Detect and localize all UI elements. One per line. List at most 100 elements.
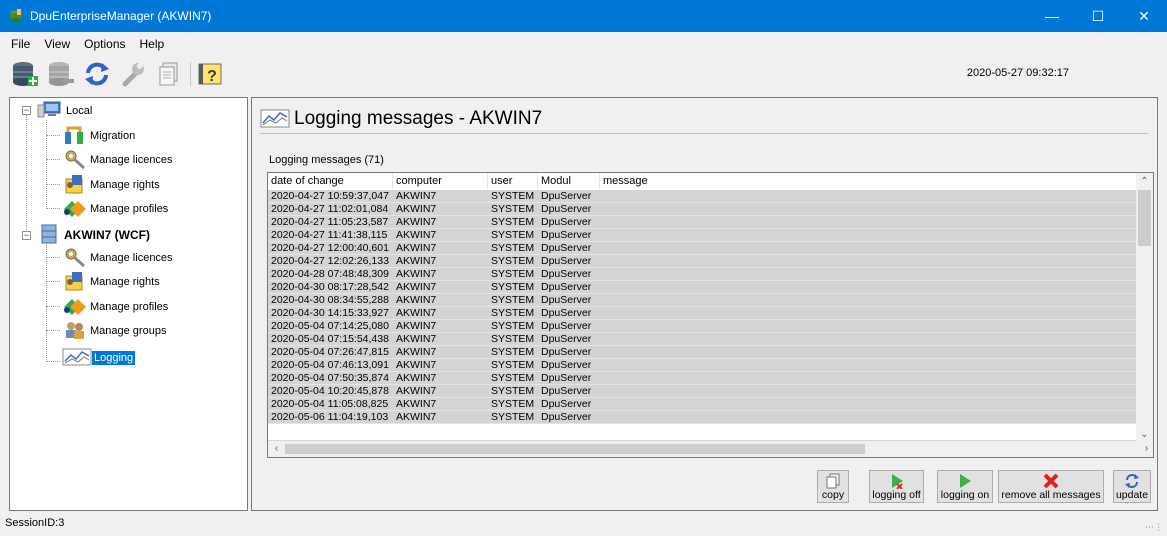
column-header-date[interactable]: date of change bbox=[268, 173, 393, 189]
cell-user: SYSTEM bbox=[491, 385, 535, 397]
table-row[interactable]: 2020-04-27 12:00:40,601 AKWIN7 SYSTEM DpuSe… bbox=[268, 242, 1138, 255]
tree-connector bbox=[46, 242, 47, 362]
cell-date: 2020-04-27 10:59:37,047 bbox=[271, 190, 389, 202]
tree-item-manage-profiles[interactable]: Manage profiles bbox=[62, 199, 170, 219]
scroll-right-icon[interactable]: › bbox=[1138, 441, 1153, 457]
collapse-icon[interactable]: − bbox=[22, 231, 31, 240]
table-row[interactable]: 2020-05-04 07:14:25,080 AKWIN7 SYSTEM DpuSe… bbox=[268, 320, 1138, 333]
scroll-up-icon[interactable]: ⌃ bbox=[1136, 173, 1153, 190]
logging-off-label: logging off bbox=[872, 489, 921, 501]
divider bbox=[260, 133, 1148, 134]
minimize-icon[interactable]: — bbox=[1029, 0, 1075, 32]
cell-date: 2020-05-04 11:05:08,825 bbox=[271, 398, 389, 410]
cell-message bbox=[600, 372, 1138, 384]
tree-label: Manage rights bbox=[90, 276, 160, 288]
navigation-tree[interactable]: − Local Migration Manage licences Manage… bbox=[9, 97, 248, 511]
cell-computer: AKWIN7 bbox=[396, 255, 437, 267]
cell-modul: DpuServer bbox=[541, 190, 592, 202]
table-row[interactable]: 2020-05-04 07:46:13,091 AKWIN7 SYSTEM DpuSe… bbox=[268, 359, 1138, 372]
server-icon bbox=[36, 224, 62, 247]
cell-user: SYSTEM bbox=[491, 294, 535, 306]
cell-date: 2020-04-30 08:34:55,288 bbox=[271, 294, 389, 306]
table-row[interactable]: 2020-04-27 11:02:01,084 AKWIN7 SYSTEM DpuSe… bbox=[268, 203, 1138, 216]
column-header-computer[interactable]: computer bbox=[393, 173, 488, 189]
table-row[interactable]: 2020-04-27 11:41:38,115 AKWIN7 SYSTEM DpuSe… bbox=[268, 229, 1138, 242]
horizontal-scrollbar[interactable]: ‹ › bbox=[268, 441, 1153, 457]
cell-modul: DpuServer bbox=[541, 320, 592, 332]
menu-view[interactable]: View bbox=[37, 34, 77, 54]
tree-item-manage-licences[interactable]: Manage licences bbox=[62, 150, 175, 170]
tree-item-logging[interactable]: Logging bbox=[62, 348, 136, 368]
tree-item-manage-licences[interactable]: Manage licences bbox=[62, 248, 175, 268]
database-gray-icon[interactable] bbox=[46, 59, 76, 89]
tree-item-manage-profiles[interactable]: Manage profiles bbox=[62, 297, 170, 317]
remove-all-messages-button[interactable]: remove all messages bbox=[998, 470, 1104, 503]
tree-item-manage-rights[interactable]: Manage rights bbox=[62, 174, 162, 195]
refresh-icon[interactable] bbox=[82, 59, 112, 89]
cell-computer: AKWIN7 bbox=[396, 385, 437, 397]
close-icon[interactable]: ✕ bbox=[1121, 0, 1167, 32]
tree-label: Manage profiles bbox=[90, 301, 169, 313]
wrench-icon[interactable] bbox=[118, 59, 148, 89]
table-row[interactable]: 2020-04-27 11:05:23,587 AKWIN7 SYSTEM DpuSe… bbox=[268, 216, 1138, 229]
logging-off-button[interactable]: logging off bbox=[869, 470, 924, 503]
maximize-icon[interactable]: ☐ bbox=[1075, 0, 1121, 32]
cell-user: SYSTEM bbox=[491, 216, 535, 228]
cell-computer: AKWIN7 bbox=[396, 294, 437, 306]
document-icon[interactable] bbox=[154, 59, 184, 89]
logging-on-button[interactable]: logging on bbox=[937, 470, 993, 503]
copy-button[interactable]: copy bbox=[817, 470, 849, 503]
resize-grip-icon[interactable]: ⋯⋮ bbox=[1145, 518, 1163, 536]
table-row[interactable]: 2020-05-04 07:26:47,815 AKWIN7 SYSTEM DpuSe… bbox=[268, 346, 1138, 359]
column-header-user[interactable]: user bbox=[488, 173, 538, 189]
cell-message bbox=[600, 242, 1138, 254]
cell-message bbox=[600, 229, 1138, 241]
cell-message bbox=[600, 294, 1138, 306]
toolbar-separator bbox=[190, 62, 191, 86]
table-row[interactable]: 2020-05-04 07:50:35,874 AKWIN7 SYSTEM DpuSe… bbox=[268, 372, 1138, 385]
scroll-thumb[interactable] bbox=[285, 444, 865, 454]
vertical-scrollbar[interactable]: ⌃ ⌄ bbox=[1136, 173, 1153, 443]
collapse-icon[interactable]: − bbox=[22, 106, 31, 115]
table-row[interactable]: 2020-05-04 10:20:45,878 AKWIN7 SYSTEM DpuSe… bbox=[268, 385, 1138, 398]
scroll-thumb[interactable] bbox=[1138, 190, 1151, 246]
panel-header: Logging messages - AKWIN7 bbox=[260, 104, 542, 134]
tree-node-server[interactable]: AKWIN7 (WCF) bbox=[36, 224, 152, 247]
tree-item-manage-rights[interactable]: Manage rights bbox=[62, 271, 162, 292]
column-header-message[interactable]: message bbox=[600, 173, 1138, 189]
column-header-modul[interactable]: Modul bbox=[538, 173, 600, 189]
table-row[interactable]: 2020-04-28 07:48:48,309 AKWIN7 SYSTEM DpuSe… bbox=[268, 268, 1138, 281]
log-table[interactable]: date of change computer user Modul messa… bbox=[267, 172, 1154, 458]
cell-computer: AKWIN7 bbox=[396, 268, 437, 280]
table-row[interactable]: 2020-05-04 11:05:08,825 AKWIN7 SYSTEM DpuSe… bbox=[268, 398, 1138, 411]
tree-item-manage-groups[interactable]: Manage groups bbox=[62, 321, 168, 341]
cell-computer: AKWIN7 bbox=[396, 320, 437, 332]
cell-computer: AKWIN7 bbox=[396, 333, 437, 345]
profiles-icon bbox=[62, 295, 88, 320]
update-button[interactable]: update bbox=[1113, 470, 1151, 503]
help-icon[interactable]: ? bbox=[195, 59, 225, 89]
title-bar: DpuEnterpriseManager (AKWIN7) — ☐ ✕ bbox=[0, 0, 1167, 32]
cell-message bbox=[600, 268, 1138, 280]
database-green-icon[interactable] bbox=[10, 59, 40, 89]
datetime-display: 2020-05-27 09:32:17 bbox=[966, 67, 1069, 79]
menu-options[interactable]: Options bbox=[77, 34, 132, 54]
tree-connector bbox=[26, 115, 27, 230]
table-row[interactable]: 2020-04-30 08:17:28,542 AKWIN7 SYSTEM DpuSe… bbox=[268, 281, 1138, 294]
tree-connector bbox=[46, 257, 60, 258]
menu-file[interactable]: File bbox=[4, 34, 37, 54]
tree-item-migration[interactable]: Migration bbox=[62, 126, 137, 146]
table-row[interactable]: 2020-04-30 14:15:33,927 AKWIN7 SYSTEM DpuSe… bbox=[268, 307, 1138, 320]
table-row[interactable]: 2020-04-27 10:59:37,047 AKWIN7 SYSTEM DpuSe… bbox=[268, 190, 1138, 203]
table-row[interactable]: 2020-04-30 08:34:55,288 AKWIN7 SYSTEM DpuSe… bbox=[268, 294, 1138, 307]
key-icon bbox=[62, 246, 88, 271]
cell-message bbox=[600, 216, 1138, 228]
scroll-left-icon[interactable]: ‹ bbox=[268, 441, 285, 457]
cell-message bbox=[600, 307, 1138, 319]
tree-label: Manage rights bbox=[90, 179, 160, 191]
table-row[interactable]: 2020-04-27 12:02:26,133 AKWIN7 SYSTEM DpuSe… bbox=[268, 255, 1138, 268]
tree-node-local[interactable]: Local bbox=[36, 101, 94, 121]
menu-help[interactable]: Help bbox=[133, 34, 172, 54]
table-row[interactable]: 2020-05-06 11:04:19,103 AKWIN7 SYSTEM DpuSe… bbox=[268, 411, 1138, 424]
table-row[interactable]: 2020-05-04 07:15:54,438 AKWIN7 SYSTEM DpuSe… bbox=[268, 333, 1138, 346]
